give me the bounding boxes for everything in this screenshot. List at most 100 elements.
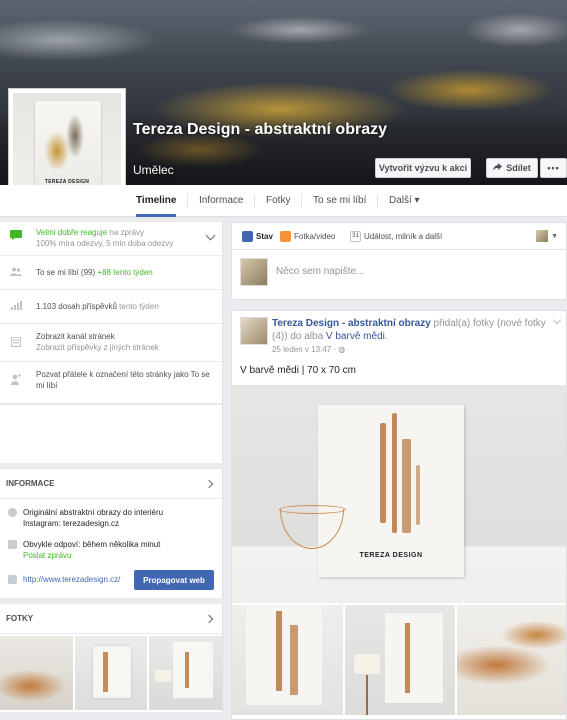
painting-shape — [384, 613, 443, 703]
lamp-shade — [352, 653, 381, 675]
left-spacer — [0, 405, 223, 463]
info-card: Originální abstraktní obrazy do interiér… — [0, 499, 223, 598]
lamp-shade — [155, 670, 172, 682]
photo-thumbnail[interactable] — [74, 636, 148, 710]
info-section-header[interactable]: INFORMACE — [0, 469, 223, 499]
feed-post: Tereza Design - abstraktní obrazy přidal… — [231, 310, 567, 720]
about-row: Originální abstraktní obrazy do interiér… — [0, 502, 222, 534]
tab-divider — [254, 194, 255, 208]
page-tabs: Timeline Informace Fotky To se mi líbí D… — [0, 185, 567, 217]
lamp-leg — [365, 675, 368, 715]
copper-stroke — [290, 625, 298, 695]
photo-icon — [280, 231, 291, 242]
tab-timeline[interactable]: Timeline — [136, 185, 177, 217]
pencil-icon — [242, 231, 253, 242]
post-text: V barvě mědi | 70 x 70 cm — [240, 365, 356, 376]
post-main-photo[interactable]: TEREZA DESIGN — [232, 385, 566, 603]
pages-feed-title: Zobrazit kanál stránek — [36, 332, 115, 341]
page-title[interactable]: Tereza Design - abstraktní obrazy — [133, 120, 393, 140]
website-link[interactable]: http://www.terezadesign.cz/ — [23, 575, 120, 584]
photos-section-header[interactable]: FOTKY — [0, 604, 223, 634]
copper-stroke — [276, 611, 282, 691]
composer-tab-photo[interactable]: Fotka/video — [280, 231, 335, 242]
composer-tab-event[interactable]: 31 Událost, milník a další — [350, 231, 442, 242]
tab-fotky[interactable]: Fotky — [266, 185, 290, 217]
album-link[interactable]: V barvě mědi — [326, 331, 385, 342]
post-timestamp[interactable]: 25 leden v 13:47 · ◍ — [272, 345, 345, 354]
page-category[interactable]: Umělec — [133, 163, 174, 177]
tab-divider — [377, 194, 378, 208]
copper-stroke — [416, 465, 420, 525]
share-icon — [493, 163, 503, 173]
reply-time: Obvykle odpoví: během několika minut — [23, 540, 161, 549]
globe-icon — [8, 575, 17, 584]
painting-shape — [92, 646, 131, 698]
responsiveness-detail: 100% míra odezvy, 5 min doba odezvy — [36, 239, 174, 248]
reply-row: Obvykle odpoví: během několika minut Pos… — [0, 534, 222, 566]
invite-icon — [10, 374, 22, 385]
photo-thumbnails — [0, 634, 223, 712]
website-row: http://www.terezadesign.cz/ Propagovat w… — [0, 566, 222, 592]
painting-caption: TEREZA DESIGN — [359, 552, 423, 559]
pages-feed-subtitle: Zobrazit příspěvky z jiných stránek — [36, 343, 159, 352]
composer-tab-event-label: Událost, milník a další — [364, 232, 443, 241]
likes-row[interactable]: To se mi líbí (99) +88 tento týden — [0, 256, 222, 290]
more-options-button[interactable]: ••• — [540, 158, 567, 178]
responsiveness-suffix: na zprávy — [107, 228, 145, 237]
globe-icon: ◍ — [338, 345, 346, 354]
responsiveness-title: Velmi dobře reaguje na zprávy — [36, 227, 212, 238]
likes-growth: +88 tento týden — [97, 268, 153, 277]
share-label: Sdílet — [506, 163, 531, 173]
copper-stroke — [380, 423, 386, 523]
calendar-icon: 31 — [350, 231, 361, 242]
post-composer: Stav Fotka/video 31 Událost, milník a da… — [231, 222, 567, 300]
composer-tab-status-label: Stav — [256, 232, 273, 241]
tab-divider — [301, 194, 302, 208]
post-photo-grid — [232, 605, 566, 715]
reach-count: 1.103 dosah příspěvků — [36, 302, 117, 311]
page-stats-card: Velmi dobře reaguje na zprávy 100% míra … — [0, 222, 223, 405]
profile-painting — [35, 101, 101, 187]
post-photo[interactable] — [457, 605, 566, 715]
photo-thumbnail[interactable] — [149, 636, 223, 710]
photos-section-title: FOTKY — [6, 614, 34, 623]
responsiveness-row[interactable]: Velmi dobře reaguje na zprávy 100% míra … — [0, 222, 222, 256]
copper-stroke — [102, 652, 108, 692]
post-as-selector[interactable]: ▼ — [536, 230, 558, 242]
post-time: 25 leden v 13:47 · — [272, 345, 339, 354]
invite-friends-row[interactable]: Pozvat přátele k označení této stránky j… — [0, 362, 222, 404]
avatar — [240, 258, 268, 286]
avatar[interactable] — [240, 317, 268, 345]
photo-thumbnail[interactable] — [0, 636, 73, 710]
tab-likes[interactable]: To se mi líbí — [313, 185, 366, 217]
painting: TEREZA DESIGN — [318, 405, 464, 577]
create-cta-button[interactable]: Vytvořit výzvu k akci — [375, 158, 471, 178]
composer-body[interactable]: Něco sem napište... — [232, 250, 566, 300]
reach-row[interactable]: 1.103 dosah příspěvků tento týden — [0, 290, 222, 324]
info-icon — [8, 508, 17, 517]
share-button[interactable]: Sdílet — [486, 158, 538, 178]
promote-website-button[interactable]: Propagovat web — [134, 570, 214, 590]
about-text: Originální abstraktní obrazy do interiér… — [23, 508, 164, 528]
composer-tab-status[interactable]: Stav — [242, 231, 273, 242]
post-photo[interactable] — [232, 605, 343, 715]
chevron-right-icon — [204, 614, 214, 624]
promote-website-label: Propagovat web — [143, 575, 205, 585]
feed-icon — [10, 337, 22, 347]
avatar — [536, 230, 549, 242]
composer-input[interactable]: Něco sem napište... — [276, 266, 364, 277]
tab-informace[interactable]: Informace — [199, 185, 243, 217]
painting-shape — [173, 642, 214, 698]
create-cta-label: Vytvořit výzvu k akci — [378, 163, 468, 173]
tab-more[interactable]: Další ▾ — [389, 185, 420, 217]
pages-feed-row[interactable]: Zobrazit kanál stránek Zobrazit příspěvk… — [0, 324, 222, 362]
bar-chart-icon — [10, 301, 22, 311]
composer-tabs: Stav Fotka/video 31 Událost, milník a da… — [232, 223, 566, 250]
post-photo[interactable] — [344, 605, 456, 715]
left-column: Velmi dobře reaguje na zprávy 100% míra … — [0, 222, 223, 712]
send-message-link[interactable]: Poslat zprávu — [23, 550, 212, 561]
chevron-right-icon — [204, 479, 214, 489]
painting-shape — [246, 605, 322, 705]
copper-stroke — [402, 439, 411, 533]
post-author[interactable]: Tereza Design - abstraktní obrazy — [272, 318, 431, 329]
